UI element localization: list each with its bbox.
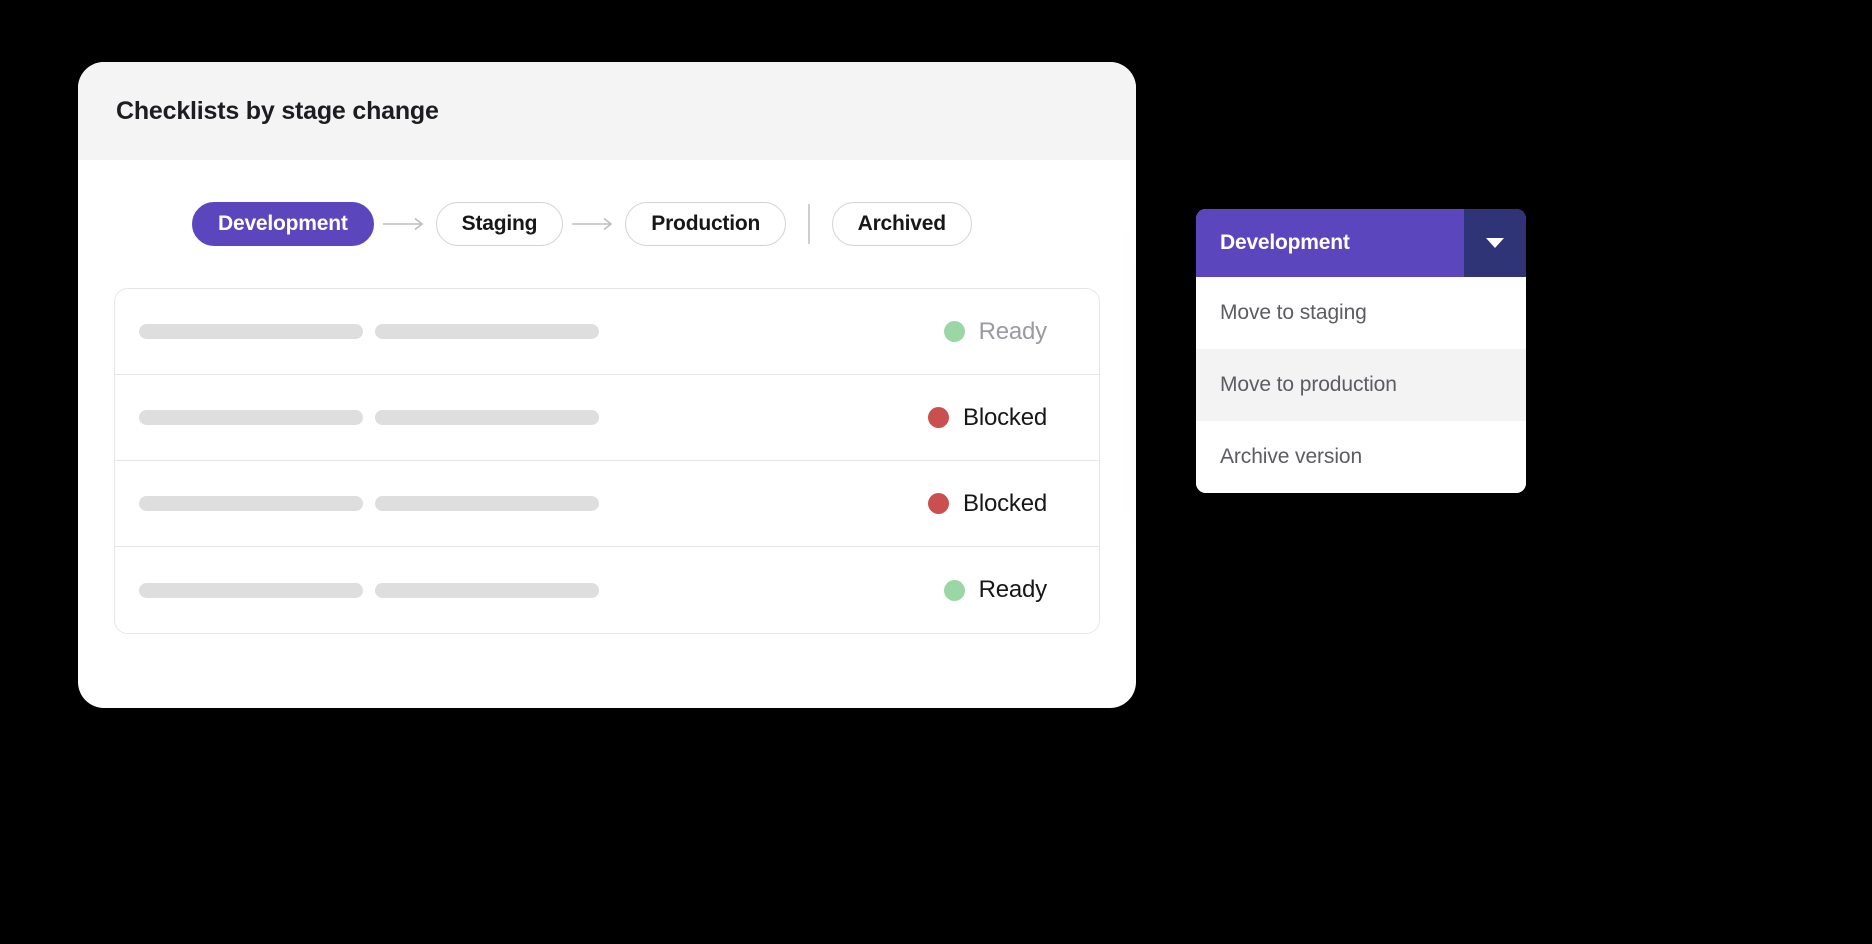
stage-arrow-icon [374,217,436,231]
row-placeholder-content [139,496,928,511]
stage-pill-label: Development [218,212,348,235]
status-dot-icon [928,493,950,514]
status-dot-icon [928,407,950,428]
row-placeholder-content [139,324,944,339]
status-badge: Ready [943,576,1075,604]
table-row[interactable]: Blocked [115,375,1099,461]
card-body: Development Staging Production Archived … [78,160,1136,634]
skeleton-bar [375,496,599,511]
stage-dropdown: Development Move to staging Move to prod… [1196,209,1526,493]
skeleton-bar [139,410,363,425]
stage-pill-production[interactable]: Production [625,202,787,246]
stage-pill-label: Staging [461,212,538,235]
skeleton-bar [139,582,363,598]
menu-item-archive-version[interactable]: Archive version [1196,421,1526,493]
stage-pill-label: Archived [857,212,946,235]
status-dot-icon [943,321,965,342]
status-badge: Blocked [928,490,1075,518]
card-header: Checklists by stage change [78,62,1136,160]
skeleton-bar [375,324,599,339]
status-badge: Ready [943,317,1075,346]
table-row[interactable]: Ready [115,547,1099,633]
page-title: Checklists by stage change [116,96,439,125]
menu-item-label: Archive version [1220,445,1363,468]
menu-item-label: Move to staging [1220,301,1367,324]
status-dot-icon [943,579,965,601]
menu-item-move-to-production[interactable]: Move to production [1196,349,1526,421]
status-label: Blocked [963,403,1047,431]
stage-pill-development[interactable]: Development [192,202,374,246]
row-placeholder-content [139,410,928,425]
status-label: Blocked [963,489,1047,517]
status-label: Ready [978,317,1048,345]
dropdown-toggle-button[interactable] [1464,209,1526,277]
skeleton-bar [139,324,363,339]
table-row[interactable]: Blocked [115,461,1099,547]
checklist-table: Ready Blocked Blocked Ready [114,288,1100,634]
dropdown-selected-value: Development [1220,231,1350,254]
status-badge: Blocked [928,404,1075,432]
stage-divider [808,204,810,244]
table-row[interactable]: Ready [115,289,1099,375]
checklists-card: Checklists by stage change Development S… [78,62,1136,708]
stage-breadcrumb: Development Staging Production Archived [114,160,1100,288]
stage-pill-label: Production [651,212,761,235]
row-placeholder-content [139,582,944,598]
skeleton-bar [375,410,599,425]
menu-item-label: Move to production [1220,373,1397,396]
stage-pill-archived[interactable]: Archived [831,202,972,246]
stage-arrow-icon [563,217,625,231]
status-label: Ready [978,576,1048,603]
skeleton-bar [139,496,363,511]
chevron-down-icon [1486,238,1504,248]
stage-pill-staging[interactable]: Staging [435,202,564,246]
menu-item-move-to-staging[interactable]: Move to staging [1196,277,1526,349]
skeleton-bar [375,582,599,598]
dropdown-header[interactable]: Development [1196,209,1526,277]
